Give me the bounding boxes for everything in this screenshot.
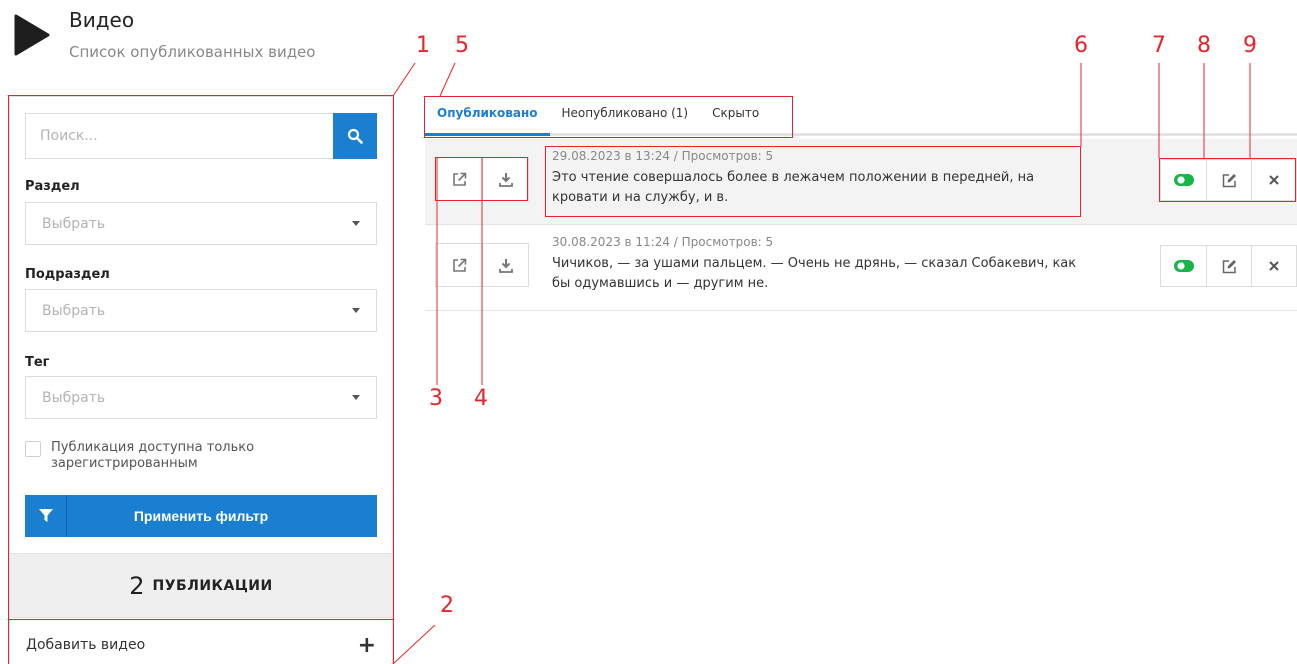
search-input[interactable] [25,113,333,159]
filter-icon-box [25,495,67,537]
add-video-label: Добавить видео [26,637,146,653]
callout-6: 6 [1074,33,1088,58]
tab-unpublished[interactable]: Неопубликовано (1) [550,93,701,133]
video-description: Это чтение совершалось более в лежачем п… [552,170,1035,205]
row-actions [1160,245,1297,287]
download-icon [498,172,513,187]
list-item: 30.08.2023 в 11:24 / Просмотров: 5 Чичик… [425,225,1297,311]
status-tabs: Опубликовано Неопубликовано (1) Скрыто [425,96,1297,136]
download-icon [498,258,513,273]
callout-7: 7 [1152,33,1166,58]
external-link-icon [452,258,466,272]
section-label: Раздел [25,179,80,194]
publish-toggle[interactable] [1161,160,1206,200]
edit-icon [1222,173,1236,187]
external-link-icon [452,172,466,186]
tag-select[interactable]: Выбрать [25,376,377,419]
edit-button[interactable] [1206,160,1251,200]
add-video-button[interactable]: Добавить видео + [10,625,392,664]
callout-4: 4 [474,386,488,411]
publication-count: 2 ПУБЛИКАЦИИ [10,553,392,618]
subsection-select[interactable]: Выбрать [25,289,377,332]
tag-select-value: Выбрать [42,389,106,406]
play-icon [14,14,50,56]
download-button[interactable] [482,158,528,200]
page-subtitle: Список опубликованных видео [69,43,316,61]
open-link-button[interactable] [436,158,482,200]
video-meta: 29.08.2023 в 13:24 / Просмотров: 5 [552,149,774,163]
callout-8: 8 [1197,33,1211,58]
close-icon [1269,175,1279,185]
filter-sidebar: Раздел Выбрать Подраздел Выбрать Тег Выб… [9,96,393,664]
edit-button[interactable] [1206,246,1251,286]
plus-icon: + [357,632,376,658]
publication-count-number: 2 [129,571,145,600]
tab-published[interactable]: Опубликовано [425,93,550,136]
chevron-down-icon [352,395,360,400]
tab-hidden[interactable]: Скрыто [700,93,771,133]
chevron-down-icon [352,308,360,313]
close-icon [1269,261,1279,271]
delete-button[interactable] [1251,246,1296,286]
search-button[interactable] [333,113,377,159]
page-title: Видео [69,8,135,32]
registered-only-checkbox[interactable] [25,441,41,457]
toggle-icon [1173,260,1194,272]
apply-filter-button[interactable]: Применить фильтр [25,495,377,537]
edit-icon [1222,259,1236,273]
callout-1: 1 [416,33,430,58]
list-item: 29.08.2023 в 13:24 / Просмотров: 5 Это ч… [425,139,1297,225]
registered-only-label: Публикация доступна только зарегистриров… [51,440,255,471]
search-bar [25,113,377,159]
delete-button[interactable] [1251,160,1296,200]
open-link-button[interactable] [436,244,482,286]
filter-icon [38,509,53,522]
section-select[interactable]: Выбрать [25,202,377,245]
video-list: 29.08.2023 в 13:24 / Просмотров: 5 Это ч… [425,139,1297,311]
toggle-icon [1173,174,1194,186]
callout-5: 5 [455,33,469,58]
subsection-select-value: Выбрать [42,302,106,319]
row-actions [1160,159,1297,201]
callout-2: 2 [440,593,454,618]
registered-only-option: Публикация доступна только зарегистриров… [25,440,321,472]
video-description: Чичиков, — за ушами пальцем. — Очень не … [552,256,1077,291]
tag-label: Тег [25,355,50,370]
callout-3: 3 [429,386,443,411]
search-icon [347,128,363,144]
publish-toggle[interactable] [1161,246,1206,286]
section-select-value: Выбрать [42,215,106,232]
download-button[interactable] [482,244,528,286]
subsection-label: Подраздел [25,267,110,282]
chevron-down-icon [352,221,360,226]
apply-filter-label: Применить фильтр [133,508,269,524]
publication-count-label: ПУБЛИКАЦИИ [152,577,273,594]
row-tools [435,243,529,287]
video-meta: 30.08.2023 в 11:24 / Просмотров: 5 [552,235,774,249]
row-tools [435,157,529,201]
callout-9: 9 [1243,33,1257,58]
